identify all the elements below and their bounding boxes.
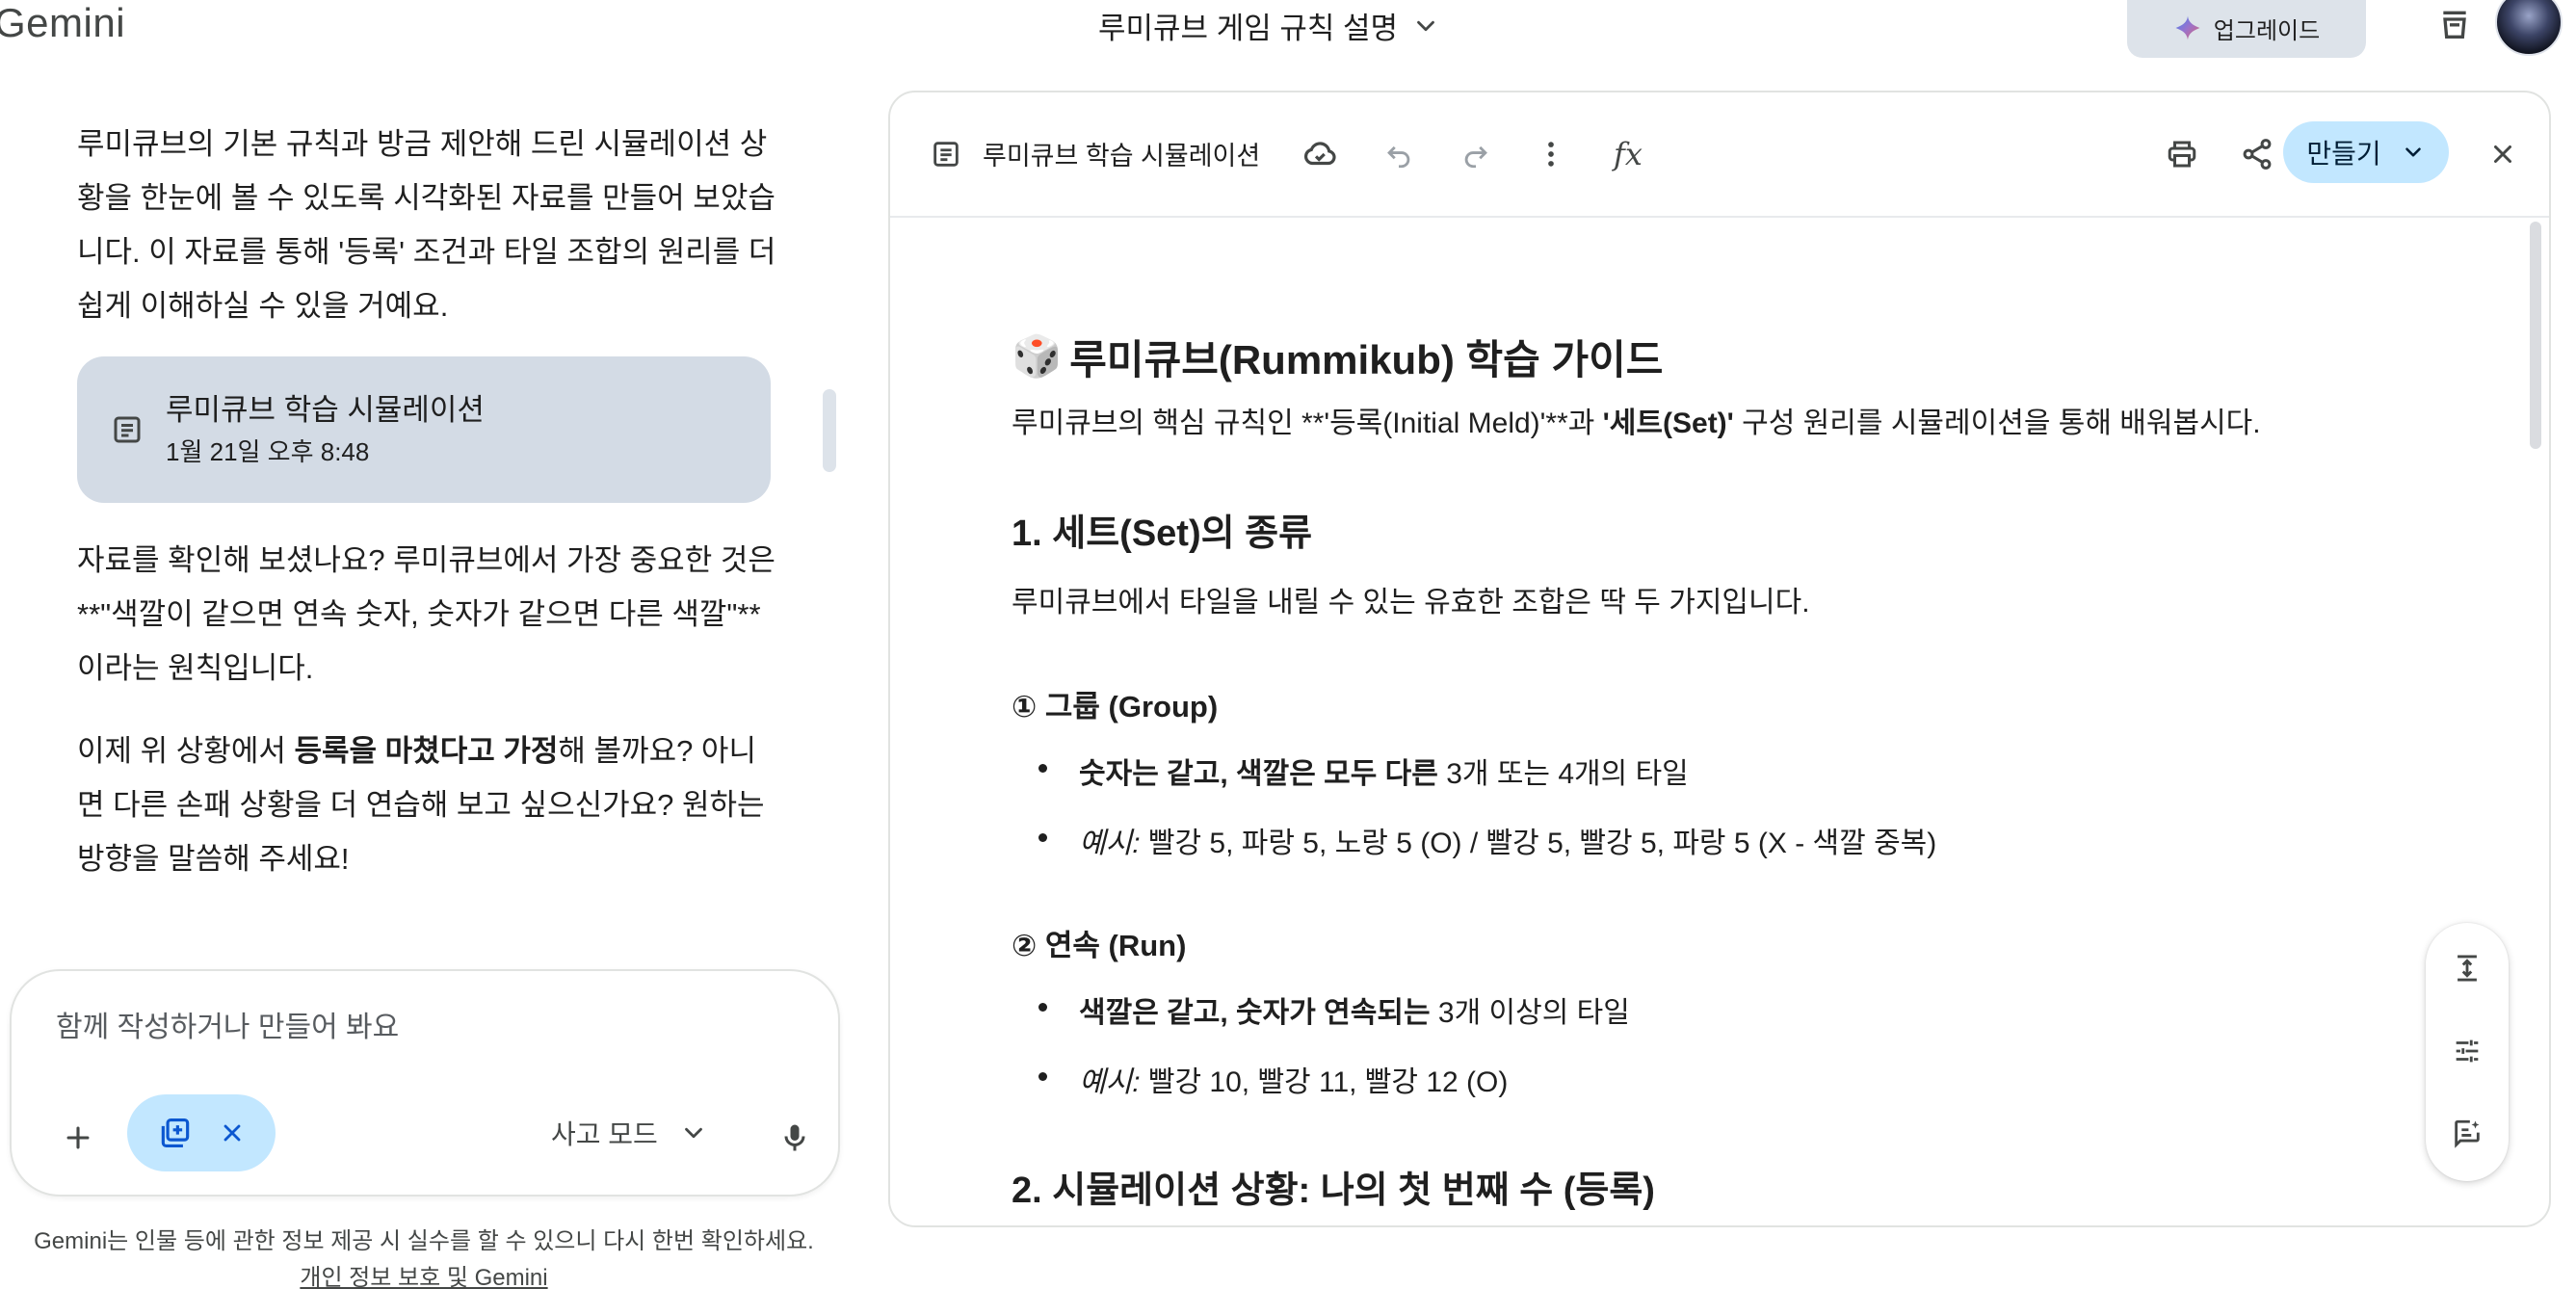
run-example: 예시: 빨강 10, 빨강 11, 빨강 12 (O) — [1038, 1058, 1508, 1100]
chat-scrollbar[interactable] — [823, 389, 836, 472]
run-rule: 색깔은 같고, 숫자가 연속되는 3개 이상의 타일 — [1038, 988, 1630, 1031]
suggest-edits-icon[interactable] — [2445, 1112, 2489, 1156]
temporary-chat-icon[interactable] — [2428, 0, 2482, 48]
run-heading: ② 연속 (Run) — [1012, 929, 1187, 962]
section2-heading: 2. 시뮬레이션 상황: 나의 첫 번째 수 (등록) — [1012, 1171, 1655, 1211]
document-icon — [110, 412, 145, 447]
disclaimer-text: Gemini는 인물 등에 관한 정보 제공 시 실수를 할 수 있으니 다시 … — [34, 1228, 814, 1254]
tune-icon[interactable] — [2445, 1029, 2489, 1073]
upgrade-button[interactable]: 업그레이드 — [2127, 0, 2366, 58]
prompt-composer: 사고 모드 — [10, 969, 840, 1197]
doc-chip-time: 1월 21일 오후 8:48 — [166, 437, 370, 466]
sparkle-icon — [2173, 13, 2202, 42]
gemini-logo[interactable]: Gemini — [0, 0, 125, 46]
create-button[interactable]: 만들기 — [2283, 121, 2449, 183]
thinking-mode-dropdown[interactable]: 사고 모드 — [551, 1114, 708, 1152]
doc-intro: 루미큐브의 핵심 규칙인 **'등록(Initial Meld)'**과 '세트… — [1012, 408, 2261, 439]
group-heading: ① 그룹 (Group) — [1012, 690, 1219, 723]
canvas-action-rail — [2426, 923, 2509, 1181]
share-icon[interactable] — [2233, 129, 2281, 179]
close-icon[interactable] — [2482, 129, 2524, 179]
chevron-down-icon — [679, 1118, 708, 1147]
undo-icon[interactable] — [1376, 129, 1422, 179]
canvas-doc-chip[interactable]: 루미큐브 학습 시뮬레이션 1월 21일 오후 8:48 — [77, 356, 771, 503]
mode-label: 사고 모드 — [551, 1119, 658, 1149]
closing-emphasis: 등록을 마쳤다고 가정 — [294, 734, 559, 768]
group-rule: 숫자는 같고, 색깔은 모두 다른 3개 또는 4개의 타일 — [1038, 750, 1689, 792]
more-options-icon[interactable] — [1532, 129, 1570, 179]
chat-title-dropdown[interactable]: 루미큐브 게임 규칙 설명 — [1098, 4, 1440, 47]
group-example: 예시: 빨강 5, 파랑 5, 노랑 5 (O) / 빨강 5, 빨강 5, 파… — [1038, 819, 1936, 861]
canvas-tool-icon — [157, 1115, 194, 1151]
function-icon[interactable]: fx — [1605, 129, 1651, 179]
microphone-icon[interactable] — [771, 1112, 819, 1164]
canvas-toolbar: 루미큐브 학습 시뮬레이션 fx 만들기 — [890, 92, 2549, 218]
canvas-doc-title: 루미큐브 학습 시뮬레이션 — [983, 142, 1261, 171]
print-icon[interactable] — [2158, 129, 2206, 179]
canvas-scrollbar[interactable] — [2530, 222, 2541, 449]
doc-chip-title: 루미큐브 학습 시뮬레이션 — [166, 393, 485, 427]
add-attachment-button[interactable] — [54, 1114, 102, 1162]
chat-title-text: 루미큐브 게임 규칙 설명 — [1098, 12, 1399, 45]
assistant-message-intro: 루미큐브의 기본 규칙과 방금 제안해 드린 시뮬레이션 상황을 한눈에 볼 수… — [77, 127, 776, 323]
canvas-tool-chip[interactable] — [127, 1094, 276, 1171]
section1-heading: 1. 세트(Set)의 종류 — [1012, 513, 1313, 554]
doc-title-text: 루미큐브(Rummikub) 학습 가이드 — [1069, 337, 1664, 382]
doc-title: 🎲 루미큐브(Rummikub) 학습 가이드 — [1012, 328, 1663, 386]
document-icon — [927, 129, 965, 179]
cloud-save-icon[interactable] — [1297, 129, 1343, 179]
adjust-length-icon[interactable] — [2445, 946, 2489, 990]
section1-text: 루미큐브에서 타일을 내릴 수 있는 유효한 조합은 딱 두 가지입니다. — [1012, 587, 1810, 618]
dice-icon: 🎲 — [1012, 333, 1063, 379]
avatar[interactable] — [2495, 0, 2563, 56]
create-label: 만들기 — [2306, 139, 2381, 169]
chevron-down-icon — [1411, 12, 1440, 40]
redo-icon[interactable] — [1453, 129, 1499, 179]
close-icon[interactable] — [219, 1119, 246, 1146]
chevron-down-icon — [2401, 140, 2426, 165]
assistant-message-closing: 이제 위 상황에서 등록을 마쳤다고 가정해 볼까요? 아니면 다른 손패 상황… — [77, 734, 765, 876]
upgrade-label: 업그레이드 — [2213, 17, 2321, 44]
prompt-input[interactable] — [56, 1012, 788, 1044]
privacy-link[interactable]: 개인 정보 보호 및 Gemini — [0, 1258, 848, 1289]
assistant-message-followup: 자료를 확인해 보셨나요? 루미큐브에서 가장 중요한 것은 **"색깔이 같으… — [77, 543, 775, 685]
canvas-panel: 루미큐브 학습 시뮬레이션 fx 만들기 🎲 루미큐브(Rummikub) 학습… — [888, 91, 2551, 1227]
